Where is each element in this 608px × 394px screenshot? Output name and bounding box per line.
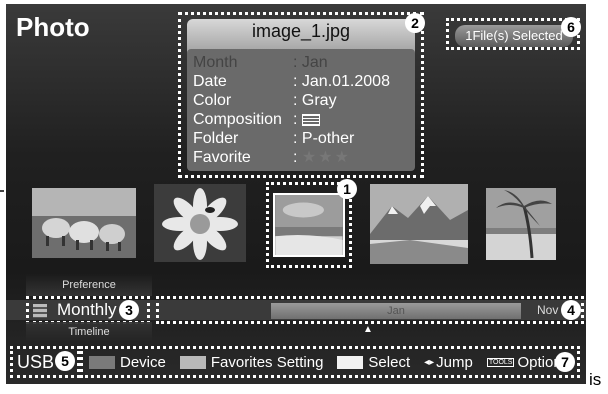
palm-image (486, 188, 556, 260)
callout-7: 7 (555, 352, 575, 372)
page-margin-dash (0, 190, 4, 192)
file-info-details: Month : Jan Date : Jan.01.2008 Color : G… (187, 49, 415, 171)
button-guide-items: Device Favorites Setting Select ◂▸ Jump … (89, 354, 562, 371)
info-key: Favorite (193, 149, 251, 166)
callout-5: 5 (55, 351, 75, 371)
file-name: image_1.jpg (251, 21, 351, 41)
info-value: : Gray (293, 92, 337, 109)
timeline-current-month: Jan (387, 305, 405, 317)
info-key: Date (193, 73, 227, 90)
selection-panel: 1File(s) Selected 6 (446, 17, 581, 50)
info-row-favorite: Favorite : ★★★ (193, 148, 409, 167)
sort-option-preference[interactable]: Preference (26, 274, 152, 296)
thumb-beach-selected[interactable]: 1 (266, 179, 357, 268)
info-value: : (293, 149, 298, 166)
info-key: Color (193, 92, 232, 109)
source-label: USB (17, 352, 55, 372)
button-guide: Device Favorites Setting Select ◂▸ Jump … (80, 346, 580, 378)
info-key: Month (193, 54, 238, 71)
sort-mode-selector[interactable]: Monthly 3 (26, 296, 150, 324)
timeline-track[interactable]: Jan (271, 303, 521, 319)
info-row-color: Color : Gray (193, 91, 409, 110)
guide-select[interactable]: Select (368, 354, 410, 371)
selection-count: 1File(s) Selected (455, 25, 573, 47)
flower-image (154, 184, 246, 262)
info-value: : Jan (293, 54, 328, 71)
guide-favorites-setting[interactable]: Favorites Setting (211, 354, 324, 371)
timeline-next-month: Nov (537, 303, 559, 317)
sort-mode-current: Monthly (57, 300, 117, 319)
info-key: Folder (193, 130, 239, 147)
info-key: Composition (193, 111, 282, 128)
callout-4: 4 (561, 300, 581, 320)
timeline-navigator[interactable]: Jan Nov 4 (156, 296, 584, 324)
info-value: : (293, 111, 298, 128)
sort-option-timeline[interactable]: Timeline (26, 322, 152, 342)
caption-fragment: is (589, 370, 602, 389)
guide-device[interactable]: Device (120, 354, 166, 371)
favorite-stars: ★★★ (301, 149, 351, 166)
callout-6: 6 (561, 17, 581, 37)
page-title: Photo (16, 12, 90, 42)
info-row-composition: Composition : (193, 110, 409, 129)
tv-screen: Photo image_1.jpg Month : Jan Date : Jan… (6, 4, 586, 384)
info-value-composition: : (293, 110, 409, 129)
info-value-favorite: : ★★★ (293, 148, 409, 167)
info-row-month: Month : Jan (193, 53, 409, 72)
callout-2: 2 (405, 13, 425, 33)
tools-key-icon: TOOLS (486, 358, 515, 367)
thumb-beach[interactable] (273, 193, 345, 257)
jump-arrows-icon: ◂▸ (424, 357, 435, 368)
callout-3: 3 (119, 300, 139, 320)
thumb-mountain[interactable] (370, 184, 468, 264)
info-row-folder: Folder : P-other (193, 129, 409, 148)
timeline-pointer-icon: ▲ (363, 324, 373, 335)
mountain-image (370, 184, 468, 264)
info-value: : Jan.01.2008 (293, 73, 390, 90)
list-icon (33, 304, 47, 318)
callout-1: 1 (337, 179, 357, 199)
info-value: : P-other (293, 130, 355, 147)
red-key-icon (89, 356, 115, 369)
source-panel[interactable]: USB 5 (10, 346, 80, 378)
yellow-key-icon (337, 356, 364, 369)
thumb-palm[interactable] (486, 188, 556, 260)
thumb-sheep[interactable] (32, 188, 136, 258)
info-row-date: Date : Jan.01.2008 (193, 72, 409, 91)
guide-jump[interactable]: Jump (436, 354, 473, 371)
file-info-panel: image_1.jpg Month : Jan Date : Jan.01.20… (178, 12, 425, 178)
sheep-image (32, 188, 136, 258)
composition-icon (301, 113, 320, 126)
beach-image (275, 195, 343, 255)
thumb-flower[interactable] (154, 184, 246, 262)
green-key-icon (179, 356, 206, 369)
